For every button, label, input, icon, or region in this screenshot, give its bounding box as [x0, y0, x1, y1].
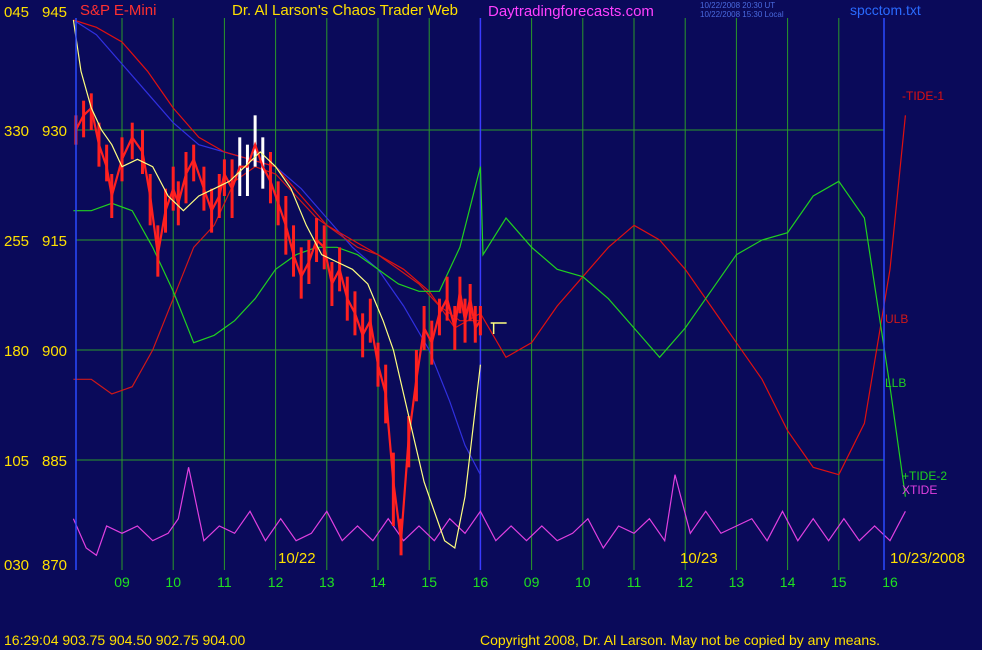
tide1-label: -TIDE-1	[902, 89, 944, 103]
timestamp-ut: 10/22/2008 20:30 UT	[700, 1, 775, 10]
y-left-tick: 180	[4, 343, 29, 360]
xtide-label: XTIDE	[902, 483, 937, 497]
grid	[76, 18, 884, 570]
hour-tick: 16	[473, 574, 489, 590]
price-chart: 330 930 255 915 180 900 105 885 030 870 09 10 11 12 13…	[4, 1, 965, 648]
y-left-tick: 255	[4, 233, 29, 250]
y-price-tick: 915	[42, 233, 67, 250]
price-bars	[72, 19, 482, 556]
y-left-tick: 330	[4, 123, 29, 140]
hour-tick: 12	[677, 574, 693, 590]
timestamp-local: 10/22/2008 15:30 Local	[700, 10, 784, 19]
y-price-tick: 900	[42, 343, 67, 360]
y-price-tick: 885	[42, 453, 67, 470]
quote-line: 16:29:04 903.75 904.50 902.75 904.00	[4, 632, 246, 648]
hour-tick: 13	[319, 574, 335, 590]
hour-tick: 11	[217, 574, 232, 590]
hour-tick: 13	[729, 574, 745, 590]
date-label: 10/23/2008	[890, 550, 965, 567]
chart-title: Dr. Al Larson's Chaos Trader Web	[232, 2, 458, 19]
data-filename: spcctom.txt	[850, 2, 921, 18]
hour-tick: 14	[780, 574, 796, 590]
tide2-label: +TIDE-2	[902, 469, 947, 483]
ulb-label: ULB	[885, 312, 908, 326]
hour-tick: 10	[165, 574, 181, 590]
series-lines	[72, 19, 906, 557]
tide2-line	[479, 166, 906, 497]
slow-average-line	[73, 19, 481, 475]
xtide-line	[72, 467, 906, 557]
hour-tick: 09	[114, 574, 130, 590]
date-label: 10/23	[680, 550, 718, 567]
corner-left-label: 045	[4, 4, 29, 21]
hour-tick: 14	[370, 574, 386, 590]
chart-window: 330 930 255 915 180 900 105 885 030 870 09 10 11 12 13…	[0, 0, 982, 650]
hour-tick: 11	[627, 574, 642, 590]
website-label: Daytradingforecasts.com	[488, 3, 654, 20]
hour-tick: 12	[268, 574, 284, 590]
hour-tick: 16	[882, 574, 898, 590]
hour-tick: 15	[831, 574, 847, 590]
y-left-tick: 030	[4, 557, 29, 574]
price-line	[74, 105, 482, 541]
tide1-line	[73, 19, 906, 476]
hour-tick: 15	[421, 574, 437, 590]
copyright-notice: Copyright 2008, Dr. Al Larson. May not b…	[480, 632, 880, 648]
instrument-title: S&P E-Mini	[80, 2, 156, 19]
y-left-tick: 105	[4, 453, 29, 470]
y-price-tick: 930	[42, 123, 67, 140]
llb-label: LLB	[885, 376, 906, 390]
date-label: 10/22	[278, 550, 316, 567]
hour-tick: 10	[575, 574, 591, 590]
y-price-tick: 870	[42, 557, 67, 574]
corner-price-label: 945	[42, 4, 67, 21]
hour-tick: 09	[524, 574, 540, 590]
